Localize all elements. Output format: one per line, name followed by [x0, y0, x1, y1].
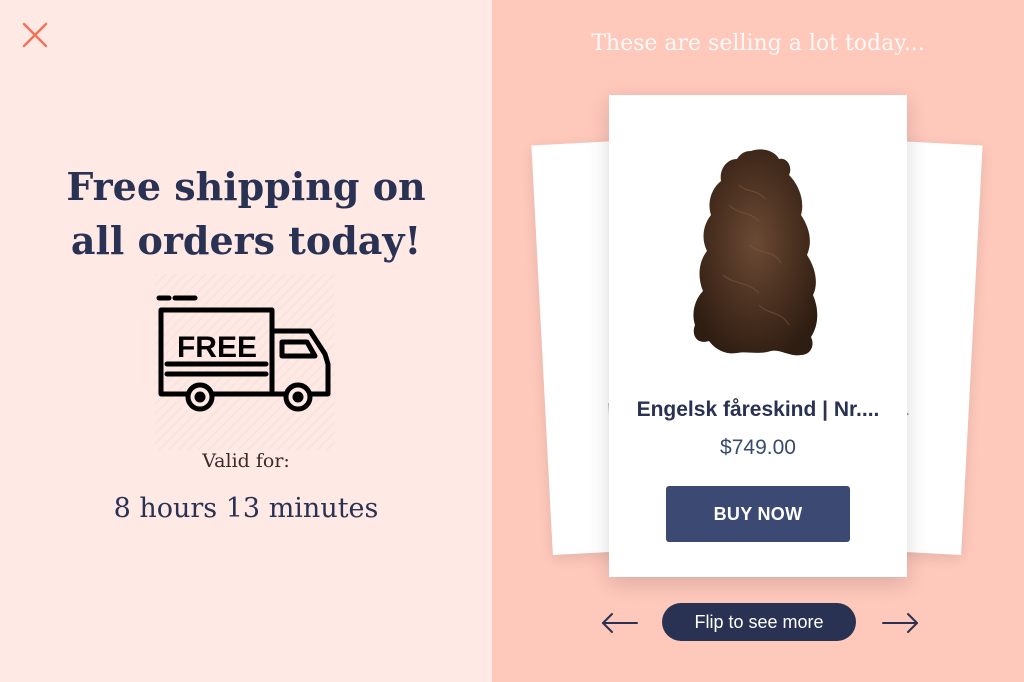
left-panel: Free shipping on all orders today! FREE … [0, 0, 492, 682]
product-card: Engelsk fåreskind | Nr.... $749.00 BUY N… [609, 95, 907, 577]
close-icon[interactable] [20, 20, 50, 50]
buy-now-button[interactable]: BUY NOW [666, 486, 850, 542]
promo-title: These are selling a lot today... [591, 31, 925, 56]
truck-label: FREE [177, 331, 257, 364]
arrow-left-icon[interactable] [600, 611, 640, 635]
sheepskin-rug-image[interactable] [689, 145, 827, 360]
product-name[interactable]: Engelsk fåreskind | Nr.... [629, 398, 887, 422]
free-delivery-truck-icon: FREE [155, 274, 335, 450]
arrow-right-icon[interactable] [880, 611, 920, 635]
product-price: $749.00 [720, 436, 796, 459]
countdown-timer: 8 hours 13 minutes [113, 493, 379, 524]
flip-to-see-more-button[interactable]: Flip to see more [662, 603, 856, 641]
valid-for-label: Valid for: [202, 450, 290, 472]
right-panel: These are selling a lot today... H o... [492, 0, 1024, 682]
headline: Free shipping on all orders today! [66, 164, 426, 263]
